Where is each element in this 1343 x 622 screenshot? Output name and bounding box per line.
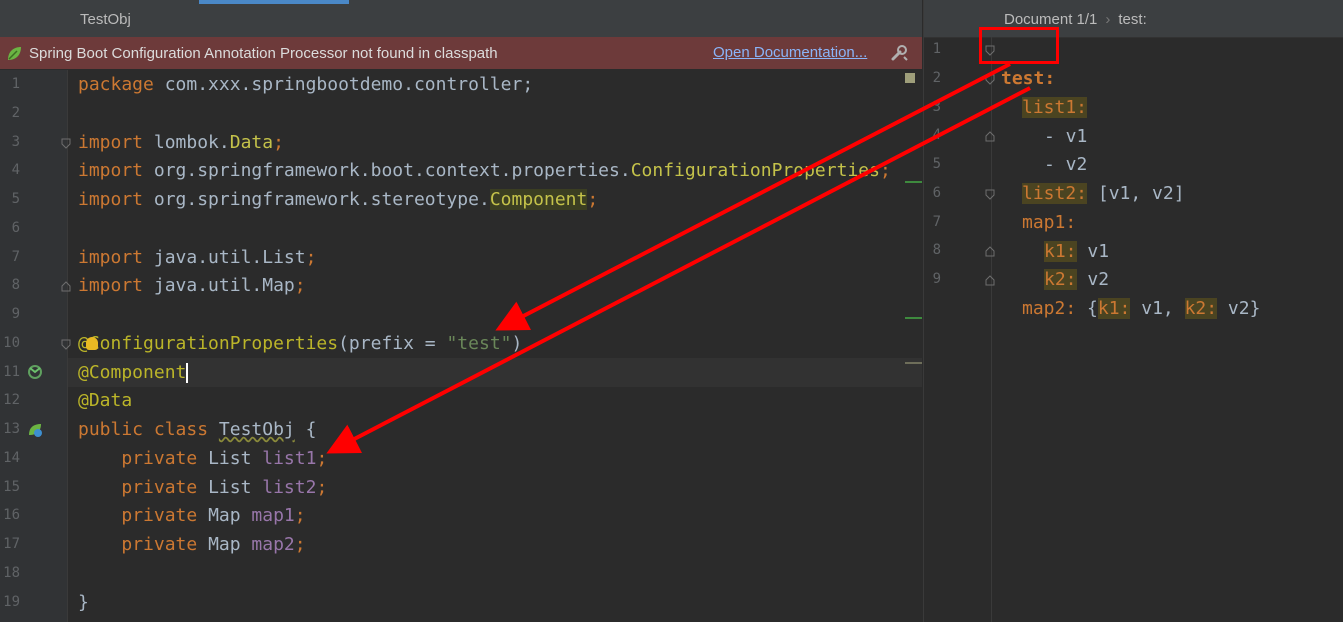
line-number: 16 [3,507,20,523]
line-number: 9 [11,306,20,322]
spring-bean-icon[interactable] [27,422,43,438]
editor-tab-testobj[interactable]: TestObj [80,11,131,28]
change-marker[interactable] [905,317,922,319]
breadcrumb-document[interactable]: Document 1/1 [1004,11,1097,28]
code-line-17: private Map map2; [121,534,306,555]
line-number: 1 [11,76,20,92]
open-documentation-link[interactable]: Open Documentation... [713,44,867,61]
code-line-10: @ConfigurationProperties(prefix = "test"… [78,333,523,354]
yaml-line-3: - v1 [1044,126,1088,147]
code-line-12: @Data [78,390,133,411]
line-number: 18 [3,565,20,581]
line-number: 5 [11,191,20,207]
line-number: 14 [3,450,20,466]
yaml-line-2: list1: [924,64,1343,118]
active-tab-indicator [199,0,349,4]
text-caret [186,363,189,383]
line-number: 13 [3,421,20,437]
code-line-13: public class TestObj { [78,419,317,440]
code-line-16: private Map map1; [121,505,306,526]
yaml-line-4: - v2 [1044,154,1088,175]
caret-marker [905,362,922,364]
line-number: 8 [11,277,20,293]
code-line-1: package com.xxx.springbootdemo.controlle… [78,74,534,95]
code-line-14: private List list1; [121,448,328,469]
code-line-7: import java.util.List; [78,247,317,268]
line-number: 4 [11,162,20,178]
yaml-line-9: map2: {k1: v1, k2: v2} [1022,298,1261,319]
code-line-11: @Component [78,362,189,383]
line-number: 11 [3,364,20,380]
code-line-8: import java.util.Map; [78,275,306,296]
code-line-4: import org.springframework.boot.context.… [78,160,891,181]
yaml-editor-pane[interactable]: Document 1/1 › test: 1 2 3 4 5 6 7 8 9 tes… [923,0,1343,622]
breadcrumb-separator-icon: › [1105,11,1111,28]
spring-leaf-icon [8,47,21,60]
yaml-line-6: map1: [924,179,1343,233]
bean-navigation-icon[interactable] [27,364,43,380]
line-number: 2 [11,105,20,121]
wrench-icon[interactable] [889,43,909,63]
notification-banner: Spring Boot Configuration Annotation Pro… [0,37,922,69]
code-line-3: import lombok.Data; [78,132,284,153]
breadcrumb: Document 1/1 › test: [1004,11,1147,28]
editor-tab-bar: TestObj [0,0,922,38]
yaml-line-8: k2: v2 [1044,269,1110,290]
line-number: 7 [11,249,20,265]
lightbulb-icon[interactable] [86,337,98,350]
inspection-status-icon[interactable] [905,73,915,83]
line-number: 3 [11,134,20,150]
change-marker[interactable] [905,181,922,183]
line-number: 15 [3,479,20,495]
code-area[interactable]: package com.xxx.springbootdemo.controlle… [68,70,922,622]
line-number: 6 [11,220,20,236]
yaml-line-7: k1: v1 [1044,241,1110,262]
class-name: TestObj [218,419,295,440]
breadcrumb-key[interactable]: test: [1118,11,1146,28]
line-number: 10 [3,335,20,351]
banner-message: Spring Boot Configuration Annotation Pro… [29,45,498,62]
line-number: 19 [3,594,20,610]
yaml-line-5: list2: [v1, v2] [1022,183,1185,204]
code-line-15: private List list2; [121,477,328,498]
annotation-highlight-box [979,27,1059,64]
code-line-19: } [78,592,89,613]
code-line-5: import org.springframework.stereotype.Co… [78,189,599,210]
line-number: 12 [3,392,20,408]
line-number: 17 [3,536,20,552]
java-editor-pane[interactable]: TestObj Spring Boot Configuration Annota… [0,0,922,622]
